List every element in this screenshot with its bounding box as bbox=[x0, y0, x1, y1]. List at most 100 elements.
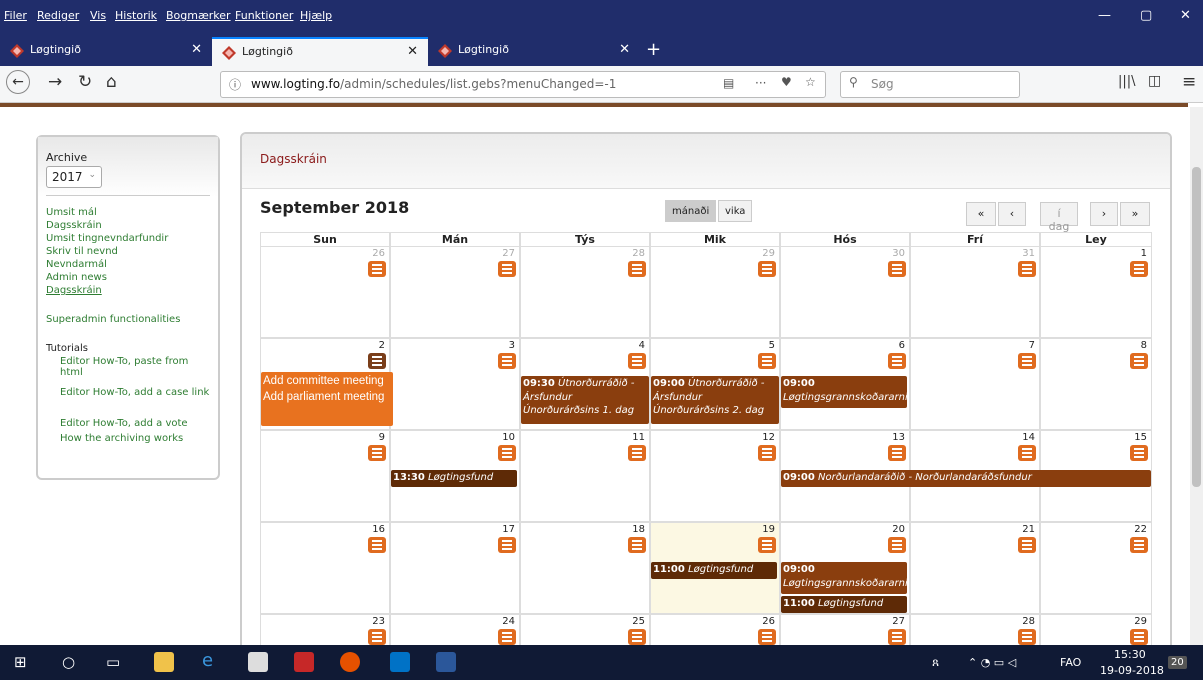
today-button[interactable]: í dag bbox=[1040, 202, 1078, 233]
firefox-icon[interactable] bbox=[340, 652, 360, 672]
add-event-menu-icon[interactable] bbox=[1130, 445, 1148, 461]
sidebar-link-skriv-til-nevnd[interactable]: Skriv til nevnd bbox=[46, 246, 118, 257]
close-tab-icon[interactable]: ✕ bbox=[619, 42, 630, 57]
add-event-menu-icon[interactable] bbox=[888, 629, 906, 645]
add-event-menu-icon[interactable] bbox=[888, 261, 906, 277]
add-event-menu-icon[interactable] bbox=[758, 445, 776, 461]
day-cell[interactable]: 27 bbox=[390, 246, 520, 338]
day-cell[interactable]: 22 bbox=[1040, 522, 1152, 614]
event-logtingsfund-10[interactable]: 13:30 Løgtingsfund bbox=[391, 470, 517, 487]
sidebar-link-dagsskrain-active[interactable]: Dagsskráin bbox=[46, 285, 102, 296]
notification-badge[interactable]: 20 bbox=[1168, 656, 1187, 669]
day-cell[interactable]: 8 bbox=[1040, 338, 1152, 430]
tab-3[interactable]: Løgtingið ✕ bbox=[428, 37, 640, 66]
add-event-menu-icon[interactable] bbox=[1130, 629, 1148, 645]
add-event-menu-icon[interactable] bbox=[758, 629, 776, 645]
day-cell[interactable]: 12 bbox=[650, 430, 780, 522]
add-event-menu-icon[interactable] bbox=[628, 629, 646, 645]
tutorial-link-case[interactable]: Editor How-To, add a case link bbox=[60, 387, 210, 398]
tab-1[interactable]: Løgtingið ✕ bbox=[0, 37, 212, 66]
close-tab-icon[interactable]: ✕ bbox=[407, 44, 418, 59]
add-event-menu-icon[interactable] bbox=[368, 537, 386, 553]
acrobat-icon[interactable] bbox=[294, 652, 314, 672]
search-icon[interactable]: ○ bbox=[62, 653, 75, 671]
add-event-menu-icon[interactable] bbox=[628, 261, 646, 277]
add-event-menu-icon[interactable] bbox=[1018, 353, 1036, 369]
close-tab-icon[interactable]: ✕ bbox=[191, 42, 202, 57]
event-utnordurradid-day2[interactable]: 09:00 Útnorðurráðið - Ársfundur Únorðurá… bbox=[651, 376, 779, 424]
day-cell[interactable]: 26 bbox=[260, 246, 390, 338]
month-view-button[interactable]: mánaði bbox=[665, 200, 717, 222]
add-event-menu-icon[interactable] bbox=[1130, 537, 1148, 553]
add-event-menu-icon[interactable] bbox=[498, 261, 516, 277]
add-event-menu-icon[interactable] bbox=[1018, 629, 1036, 645]
reader-view-icon[interactable]: ▤ bbox=[723, 76, 734, 90]
menu-bookmarks[interactable]: Bogmærker bbox=[166, 9, 231, 22]
sidebar-link-umsit-mal[interactable]: Umsit mál bbox=[46, 207, 97, 218]
back-arrow-icon[interactable]: ← bbox=[6, 70, 30, 94]
more-actions-icon[interactable]: ··· bbox=[755, 76, 766, 90]
page-scrollbar[interactable] bbox=[1190, 107, 1203, 645]
pocket-icon[interactable]: ♥ bbox=[781, 75, 792, 89]
event-grannskodararni-20[interactable]: 09:00 Løgtingsgrannskoðararni bbox=[781, 562, 907, 594]
sidebar-link-admin-news[interactable]: Admin news bbox=[46, 272, 107, 283]
add-event-menu-icon[interactable] bbox=[368, 445, 386, 461]
home-icon[interactable]: ⌂ bbox=[106, 72, 117, 92]
tutorial-link-archiving[interactable]: How the archiving works bbox=[60, 433, 210, 444]
windows-start-icon[interactable]: ⊞ bbox=[14, 653, 27, 671]
add-event-menu-icon[interactable] bbox=[368, 629, 386, 645]
add-event-menu-icon[interactable] bbox=[498, 445, 516, 461]
people-icon[interactable]: ጸ bbox=[932, 655, 939, 670]
day-cell[interactable]: 29 bbox=[1040, 614, 1152, 645]
day-cell[interactable]: 28 bbox=[520, 246, 650, 338]
day-cell[interactable]: 24 bbox=[390, 614, 520, 645]
year-select[interactable]: 2017 ⌄ bbox=[46, 166, 102, 188]
add-event-menu-icon[interactable] bbox=[498, 537, 516, 553]
day-cell[interactable]: 7 bbox=[910, 338, 1040, 430]
day-cell[interactable]: 17 bbox=[390, 522, 520, 614]
day-cell[interactable]: 31 bbox=[910, 246, 1040, 338]
sidebar-link-tingnevndarfundir[interactable]: Umsit tingnevndarfundir bbox=[46, 233, 168, 244]
sidebar-link-nevndarmal[interactable]: Nevndarmál bbox=[46, 259, 107, 270]
day-cell[interactable]: 18 bbox=[520, 522, 650, 614]
task-view-icon[interactable]: ▭ bbox=[106, 653, 120, 671]
hamburger-menu-icon[interactable]: ≡ bbox=[1182, 72, 1196, 92]
day-cell[interactable]: 26 bbox=[650, 614, 780, 645]
close-window-button[interactable]: ✕ bbox=[1180, 8, 1191, 23]
tutorial-link-vote[interactable]: Editor How-To, add a vote bbox=[60, 418, 210, 429]
day-cell[interactable]: 30 bbox=[780, 246, 910, 338]
tray-icons[interactable]: ⌃ ◔ ▭ ◁ bbox=[968, 656, 1016, 669]
input-language[interactable]: FAO bbox=[1060, 656, 1081, 669]
event-utnordurradid-day1[interactable]: 09:30 Útnorðurráðið - Ársfundur Únorðurá… bbox=[521, 376, 649, 424]
menu-view[interactable]: Vis bbox=[90, 9, 106, 22]
add-event-menu-icon[interactable] bbox=[758, 353, 776, 369]
event-logtingsfund-19[interactable]: 11:00 Løgtingsfund bbox=[651, 562, 777, 579]
add-event-menu-icon[interactable] bbox=[1018, 445, 1036, 461]
sidebar-toggle-icon[interactable]: ◫ bbox=[1148, 73, 1161, 89]
add-parliament-meeting-option[interactable]: Add parliament meeting bbox=[263, 389, 391, 405]
day-cell[interactable]: 16 bbox=[260, 522, 390, 614]
add-event-menu-icon[interactable] bbox=[1018, 261, 1036, 277]
add-event-menu-icon[interactable] bbox=[498, 629, 516, 645]
prev-month-button[interactable]: ‹ bbox=[998, 202, 1026, 226]
clock-date[interactable]: 19-09-2018 bbox=[1100, 664, 1164, 677]
bookmark-star-icon[interactable]: ☆ bbox=[805, 75, 816, 89]
restore-button[interactable]: ▢ bbox=[1140, 8, 1152, 23]
search-input[interactable]: ⚲ Søg bbox=[840, 71, 1020, 98]
day-cell[interactable]: 29 bbox=[650, 246, 780, 338]
add-event-menu-icon[interactable] bbox=[368, 353, 386, 369]
day-cell[interactable]: 25 bbox=[520, 614, 650, 645]
menu-edit[interactable]: Rediger bbox=[37, 9, 79, 22]
scrollbar-thumb[interactable] bbox=[1192, 167, 1201, 487]
add-event-menu-icon[interactable] bbox=[1018, 537, 1036, 553]
add-event-menu-icon[interactable] bbox=[1130, 261, 1148, 277]
sidebar-link-superadmin[interactable]: Superadmin functionalities bbox=[46, 314, 180, 325]
add-committee-meeting-option[interactable]: Add committee meeting bbox=[263, 373, 391, 389]
week-view-button[interactable]: vika bbox=[718, 200, 753, 222]
word-icon[interactable] bbox=[436, 652, 456, 672]
file-explorer-icon[interactable] bbox=[154, 652, 174, 672]
new-tab-button[interactable]: + bbox=[646, 39, 661, 60]
minimize-button[interactable]: — bbox=[1098, 8, 1111, 23]
address-bar[interactable]: ⓘ www.logting.fo/admin/schedules/list.ge… bbox=[220, 71, 826, 98]
forward-arrow-icon[interactable]: → bbox=[48, 72, 62, 92]
